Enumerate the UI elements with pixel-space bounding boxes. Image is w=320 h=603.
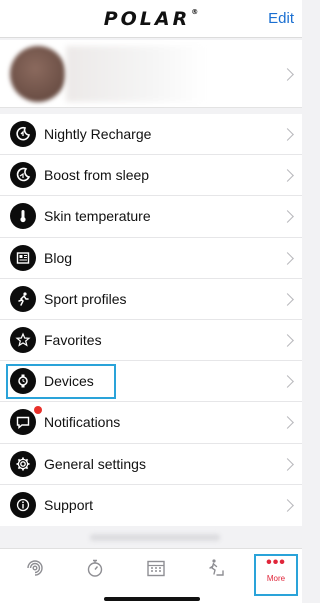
menu-item-boost-from-sleep[interactable]: Boost from sleep xyxy=(0,155,302,197)
nightly-recharge-icon xyxy=(10,121,36,147)
menu-item-label: Sport profiles xyxy=(44,290,127,307)
message-icon xyxy=(10,409,36,436)
info-icon xyxy=(10,491,36,518)
avatar xyxy=(10,46,66,102)
tab-progress[interactable] xyxy=(201,555,231,585)
notification-badge xyxy=(34,406,42,415)
profile-card[interactable] xyxy=(0,40,302,108)
menu-item-label: Skin temperature xyxy=(44,208,151,225)
moon-icon xyxy=(10,162,36,189)
chevron-right-icon xyxy=(281,169,294,183)
tab-training[interactable] xyxy=(80,555,110,585)
chevron-right-icon xyxy=(281,68,294,81)
menu-item-label: General settings xyxy=(44,455,146,472)
tab-activity[interactable] xyxy=(20,555,50,585)
more-menu-list: Nightly Recharge Boost from sleep Skin t… xyxy=(0,114,302,526)
chevron-right-icon xyxy=(281,292,294,306)
gear-icon xyxy=(10,450,36,477)
star-icon xyxy=(10,326,36,353)
edit-button[interactable]: Edit xyxy=(268,10,294,27)
more-dots-icon: ••• xyxy=(266,554,286,571)
chevron-right-icon xyxy=(281,210,294,224)
devices-highlight-frame xyxy=(6,364,116,399)
app-header: POLAR® Edit xyxy=(0,0,302,38)
menu-item-label: Notifications xyxy=(44,414,121,431)
chevron-right-icon xyxy=(281,457,294,471)
tab-more[interactable]: ••• More xyxy=(254,554,298,596)
polar-logo: POLAR® xyxy=(103,8,199,30)
thermometer-icon xyxy=(10,203,36,230)
menu-item-label: Blog xyxy=(44,249,73,266)
footer-strip xyxy=(0,526,302,548)
chevron-right-icon xyxy=(281,334,294,347)
menu-item-label: Nightly Recharge xyxy=(44,126,152,142)
menu-item-favorites[interactable]: Favorites xyxy=(0,320,302,362)
blog-icon xyxy=(10,244,36,271)
profile-name-blurred xyxy=(66,46,206,102)
menu-item-label: Support xyxy=(44,496,94,513)
tab-diary[interactable] xyxy=(141,555,171,585)
home-indicator xyxy=(104,597,200,601)
footer-text-blurred xyxy=(90,534,220,541)
more-screen: POLAR® Edit Nightly Recharge Boost from … xyxy=(0,0,302,603)
menu-item-general-settings[interactable]: General settings xyxy=(0,444,302,485)
progress-icon xyxy=(205,557,227,584)
calendar-icon xyxy=(145,557,167,584)
chevron-right-icon xyxy=(281,498,294,512)
chevron-right-icon xyxy=(281,251,294,265)
menu-item-label: Favorites xyxy=(44,331,102,348)
menu-item-support[interactable]: Support xyxy=(0,485,302,526)
menu-item-blog[interactable]: Blog xyxy=(0,238,302,279)
menu-item-notifications[interactable]: Notifications xyxy=(0,402,302,444)
menu-item-nightly-recharge[interactable]: Nightly Recharge xyxy=(0,114,302,156)
menu-item-skin-temperature[interactable]: Skin temperature xyxy=(0,196,302,238)
chevron-right-icon xyxy=(281,128,294,141)
runner-icon xyxy=(10,285,36,312)
menu-item-sport-profiles[interactable]: Sport profiles xyxy=(0,279,302,320)
tab-more-label: More xyxy=(266,574,286,583)
activity-icon xyxy=(24,557,46,584)
stopwatch-icon xyxy=(84,557,106,584)
menu-item-label: Boost from sleep xyxy=(44,167,150,184)
tab-bar: ••• More xyxy=(0,548,302,603)
chevron-right-icon xyxy=(281,416,294,430)
chevron-right-icon xyxy=(281,375,294,388)
